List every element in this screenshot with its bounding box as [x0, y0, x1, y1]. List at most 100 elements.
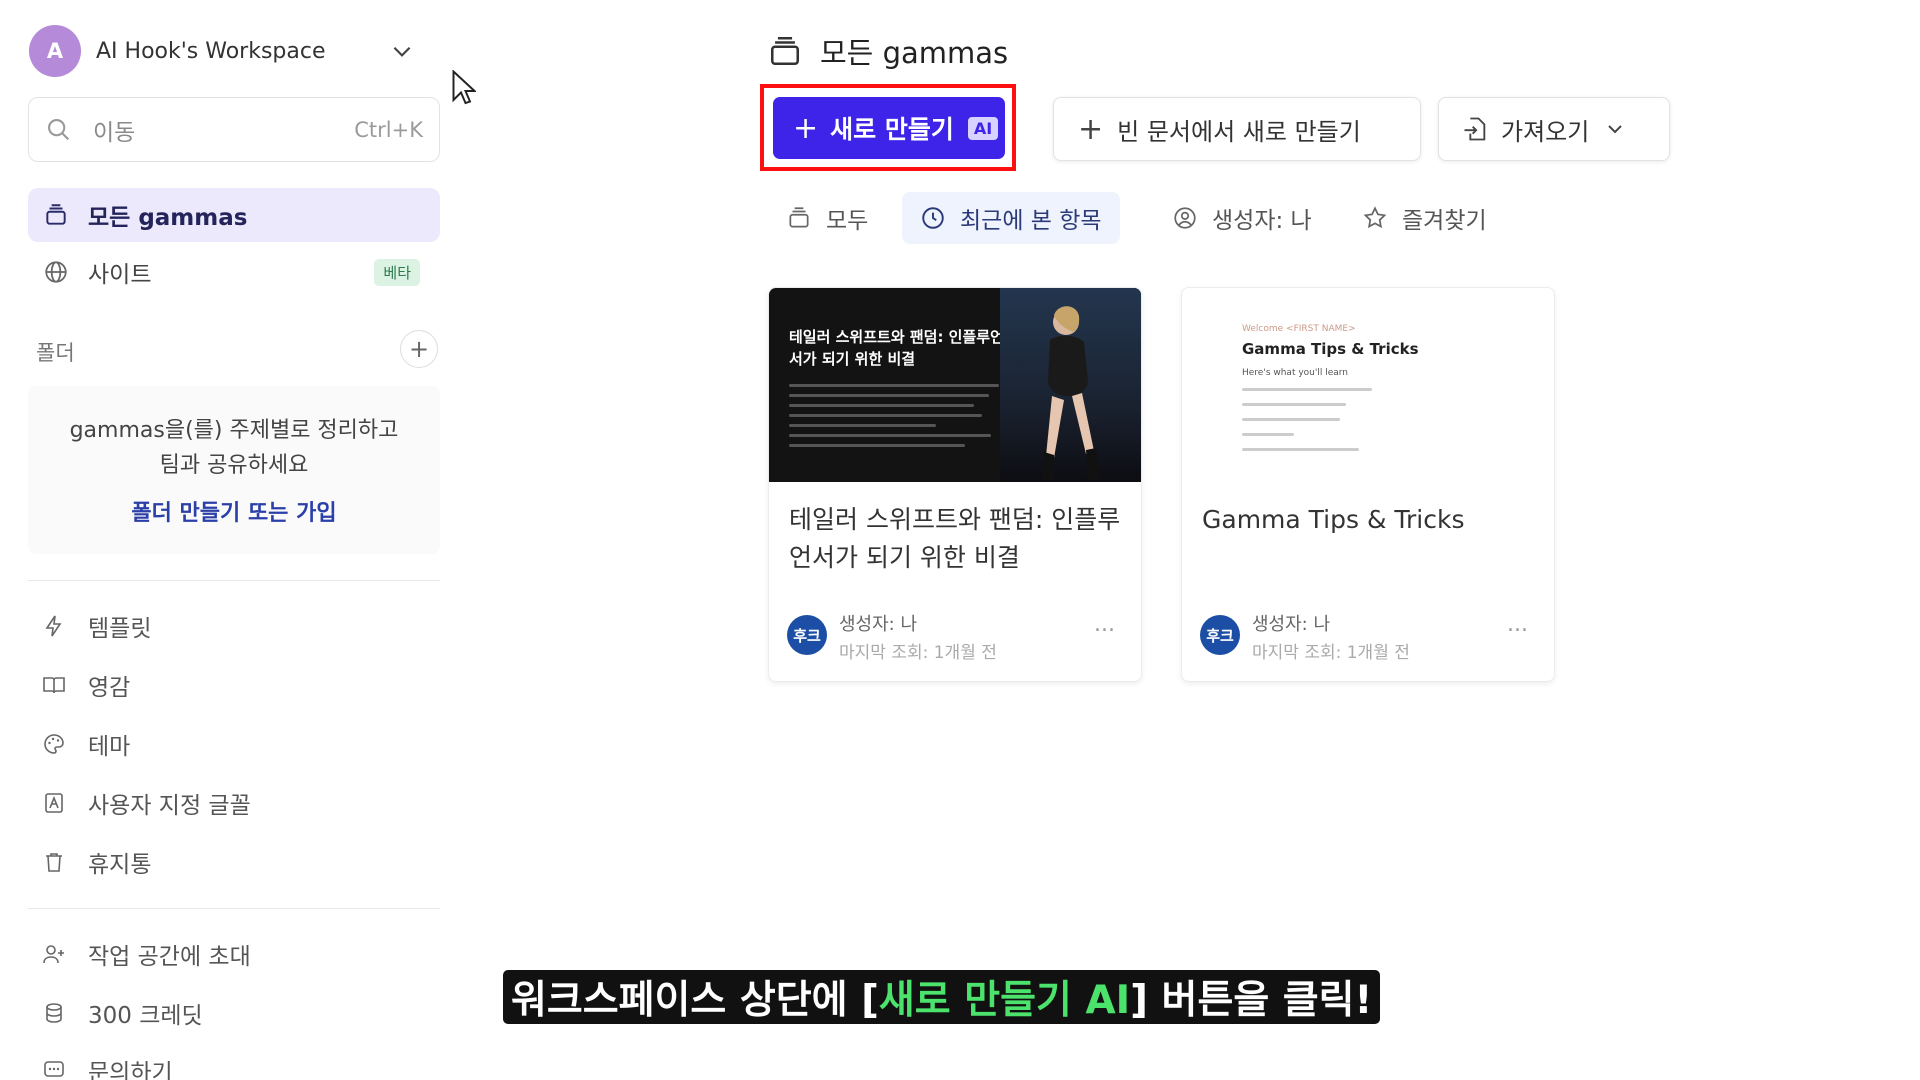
workspace-name: AI Hook's Workspace	[96, 38, 326, 64]
user-circle-icon	[1172, 205, 1198, 231]
page-title: 모든 gammas	[768, 30, 1008, 72]
import-button[interactable]: 가져오기	[1438, 97, 1670, 161]
folders-empty-line1: gammas을(를) 주제별로 정리하고	[69, 418, 399, 443]
filter-favorites[interactable]: 즐겨찾기	[1344, 192, 1505, 244]
clock-icon	[920, 205, 946, 231]
nav-all-gammas[interactable]: 모든 gammas	[28, 188, 440, 242]
card-last-viewed: 마지막 조회: 1개월 전	[839, 643, 997, 663]
star-icon	[1362, 205, 1388, 231]
search-placeholder: 이동	[93, 119, 136, 146]
thumbnail-small-text: Welcome <FIRST NAME>	[1242, 324, 1356, 334]
folders-heading: 폴더	[36, 341, 75, 365]
sidebar-item-templates[interactable]: 템플릿	[40, 606, 151, 646]
palette-icon	[40, 730, 68, 758]
filter-created-by-me[interactable]: 생성자: 나	[1154, 192, 1330, 244]
filter-all-label: 모두	[826, 208, 869, 234]
thumbnail-photo	[1000, 288, 1141, 482]
workspace-avatar: A	[29, 25, 81, 77]
plus-icon: +	[793, 110, 819, 146]
stack-icon	[770, 36, 800, 66]
page-title-text: 모든 gammas	[820, 36, 1009, 70]
sidebar-item-label: 템플릿	[88, 616, 152, 642]
sidebar-item-custom-fonts[interactable]: 사용자 지정 글꼴	[40, 783, 251, 823]
more-options-icon[interactable]: ...	[1094, 612, 1115, 637]
chat-icon	[40, 1056, 68, 1080]
sidebar-item-label: 사용자 지정 글꼴	[88, 793, 251, 819]
globe-icon	[42, 258, 70, 286]
sidebar-item-label: 휴지통	[88, 852, 152, 878]
font-icon	[40, 789, 68, 817]
folders-empty-state: gammas을(를) 주제별로 정리하고 팀과 공유하세요 폴더 만들기 또는 …	[28, 386, 440, 554]
thumbnail-text-lines	[1242, 388, 1372, 463]
workspace-switcher[interactable]: A AI Hook's Workspace	[29, 24, 449, 78]
author-avatar: 후크	[787, 615, 827, 655]
sidebar-item-label: 작업 공간에 초대	[88, 944, 251, 970]
chevron-down-icon	[393, 46, 411, 57]
main-content: 모든 gammas + 새로 만들기 AI + 빈 문서에서 새로 만들기 가져…	[478, 0, 1920, 1080]
search-input[interactable]: 이동 Ctrl+K	[28, 97, 440, 162]
thumbnail-title: 테일러 스위프트와 팬덤: 인플루언서가 되기 위한 비결	[789, 328, 1004, 368]
coins-icon	[40, 999, 68, 1027]
new-blank-label: 빈 문서에서 새로 만들기	[1117, 117, 1361, 146]
thumbnail-subtitle: Here's what you'll learn	[1242, 368, 1349, 378]
beta-badge: 베타	[374, 259, 420, 286]
sidebar-item-label: 300 크레딧	[88, 1003, 203, 1029]
create-folder-link[interactable]: 폴더 만들기 또는 가입	[28, 495, 440, 527]
card-author: 생성자: 나	[1252, 614, 1331, 635]
filter-recent-label: 최근에 본 항목	[960, 208, 1102, 234]
card-thumbnail: Welcome <FIRST NAME> Gamma Tips & Tricks…	[1182, 288, 1554, 482]
new-ai-label: 새로 만들기	[830, 115, 954, 144]
import-icon	[1464, 117, 1486, 141]
mouse-cursor-icon	[452, 70, 476, 105]
card-title: 테일러 스위프트와 팬덤: 인플루언서가 되기 위한 비결	[789, 505, 1121, 572]
filter-favorites-label: 즐겨찾기	[1402, 208, 1487, 234]
import-label: 가져오기	[1501, 117, 1590, 146]
book-icon	[40, 671, 68, 699]
card-author: 생성자: 나	[839, 614, 918, 635]
sidebar-item-label: 테마	[88, 734, 131, 760]
sidebar: A AI Hook's Workspace 이동 Ctrl+K 모든 gamma…	[0, 0, 478, 1080]
card-last-viewed: 마지막 조회: 1개월 전	[1252, 643, 1410, 663]
caption-highlight: 새로 만들기 AI	[878, 978, 1131, 1023]
sidebar-item-invite[interactable]: 작업 공간에 초대	[40, 934, 251, 974]
caption-after: ] 버튼을 클릭!	[1130, 978, 1373, 1023]
new-ai-button[interactable]: + 새로 만들기 AI	[773, 97, 1005, 159]
caption-before: 워크스페이스 상단에 [	[511, 978, 879, 1023]
search-icon	[48, 118, 70, 140]
sidebar-item-trash[interactable]: 휴지통	[40, 842, 151, 882]
sidebar-divider	[28, 908, 440, 909]
stack-icon	[42, 201, 70, 229]
filter-all[interactable]: 모두	[768, 192, 886, 244]
filter-recent[interactable]: 최근에 본 항목	[902, 192, 1120, 244]
performer-silhouette-icon	[1042, 306, 1100, 480]
nav-all-gammas-label: 모든 gammas	[88, 205, 248, 231]
chevron-down-icon	[1608, 125, 1623, 134]
search-shortcut: Ctrl+K	[354, 117, 423, 142]
gamma-card[interactable]: 테일러 스위프트와 팬덤: 인플루언서가 되기 위한 비결 테일러 스위프트와 …	[768, 287, 1142, 682]
sidebar-item-contact[interactable]: 문의하기	[40, 1050, 173, 1080]
trash-icon	[40, 848, 68, 876]
plus-icon: +	[408, 335, 430, 363]
sidebar-item-label: 문의하기	[88, 1060, 173, 1080]
folders-empty-line2: 팀과 공유하세요	[159, 453, 309, 478]
new-blank-button[interactable]: + 빈 문서에서 새로 만들기	[1053, 97, 1421, 161]
nav-sites[interactable]: 사이트 베타	[28, 245, 440, 299]
gamma-card[interactable]: Welcome <FIRST NAME> Gamma Tips & Tricks…	[1181, 287, 1555, 682]
card-thumbnail: 테일러 스위프트와 팬덤: 인플루언서가 되기 위한 비결	[769, 288, 1141, 482]
author-avatar: 후크	[1200, 615, 1240, 655]
thumbnail-text-lines	[789, 384, 999, 454]
card-title: Gamma Tips & Tricks	[1202, 505, 1465, 534]
sidebar-item-inspiration[interactable]: 영감	[40, 665, 130, 705]
plus-icon: +	[1078, 111, 1104, 147]
sidebar-item-credits[interactable]: 300 크레딧	[40, 993, 203, 1033]
thumbnail-title: Gamma Tips & Tricks	[1242, 340, 1419, 358]
add-folder-button[interactable]: +	[400, 330, 438, 368]
filter-created-by-me-label: 생성자: 나	[1212, 208, 1312, 234]
user-plus-icon	[40, 940, 68, 968]
nav-sites-label: 사이트	[88, 262, 152, 288]
ai-badge: AI	[967, 116, 999, 140]
lightning-icon	[40, 612, 68, 640]
sidebar-item-themes[interactable]: 테마	[40, 724, 130, 764]
more-options-icon[interactable]: ...	[1507, 612, 1528, 637]
sidebar-divider	[28, 580, 440, 581]
